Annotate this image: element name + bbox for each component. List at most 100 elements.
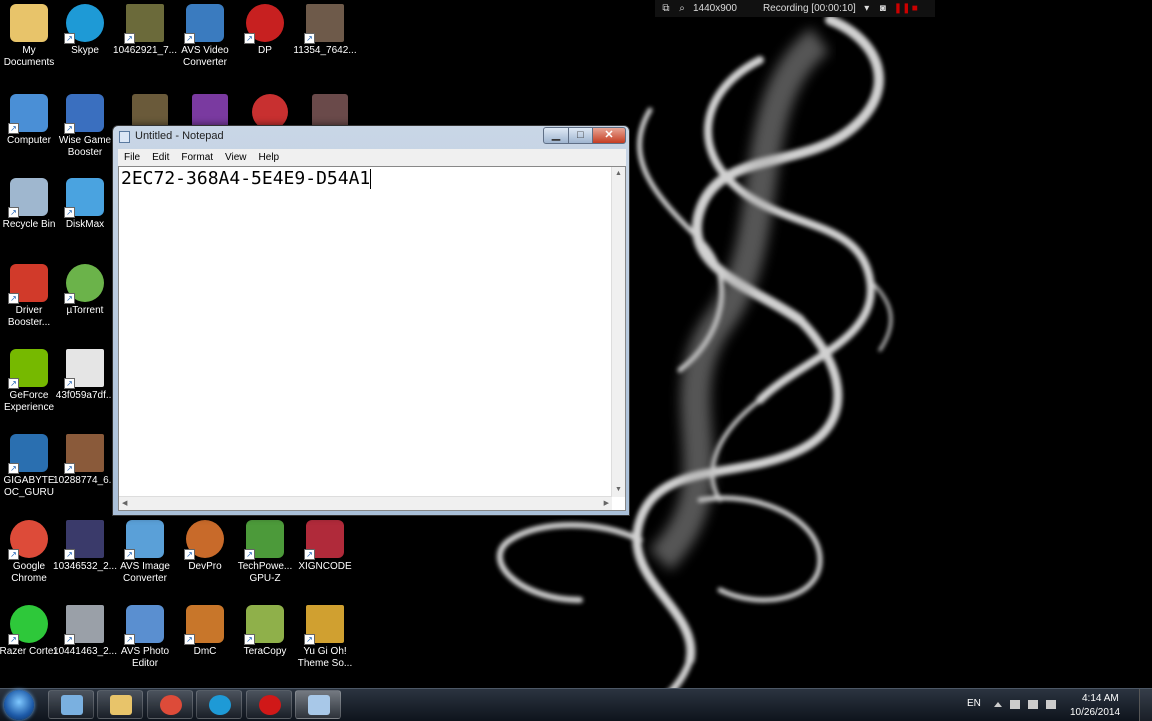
desktop-icon[interactable]: ↗ Yu Gi Oh! Theme So... [292,605,358,670]
clock-date[interactable]: 10/26/2014 [1070,707,1120,718]
desktop-icon-label: AVS Video Converter [181,45,229,68]
shortcut-arrow-icon: ↗ [244,549,255,560]
window-mode-icon[interactable]: ⧉ [661,3,671,14]
shortcut-arrow-icon: ↗ [64,123,75,134]
shortcut-arrow-icon: ↗ [64,33,75,44]
scroll-down-icon[interactable]: ▼ [615,486,622,494]
camera-icon[interactable]: ◙ [878,3,888,14]
desktop-icon[interactable]: ↗ 43f059a7df... [52,349,118,402]
rocket-icon: ↗ [64,94,104,134]
desktop-icon[interactable]: ↗ TeraCopy [232,605,298,658]
desktop-icon[interactable]: ↗ Skype [52,4,118,57]
clock-time[interactable]: 4:14 AM [1082,693,1119,704]
razer-icon: ↗ [8,605,48,645]
menu-file[interactable]: File [118,149,146,166]
shortcut-arrow-icon: ↗ [64,549,75,560]
vertical-scrollbar[interactable]: ▲ ▼ [611,167,625,497]
desktop-icon[interactable]: ↗ XIGNCODE [292,520,358,573]
image-thumbnail-icon: ↗ [64,349,104,389]
menu-help[interactable]: Help [253,149,286,166]
computer-icon: ↗ [8,94,48,134]
show-hidden-icons-icon[interactable] [994,702,1002,707]
diskmax-icon: ↗ [64,178,104,218]
desktop-icon[interactable]: ↗ AVS Image Converter [112,520,178,585]
desktop-icon[interactable]: ↗ 10288774_6... [52,434,118,487]
desktop-icon-label: Wise Game Booster [58,135,112,158]
notepad-titlebar[interactable]: Untitled - Notepad ▁ □ ✕ [113,126,629,148]
xigncode-icon: ↗ [304,520,344,560]
show-desktop-button[interactable] [1139,689,1152,721]
utorrent-icon: ↗ [64,264,104,304]
desktop-icon[interactable]: ↗ DiskMax [52,178,118,231]
text-editor-area[interactable]: 2EC72-368A4-5E4E9-D54A1 ▲ ▼ ◀ ▶ [118,166,626,511]
dropdown-icon[interactable]: ▾ [862,3,872,14]
desktop-icon-label: DevPro [188,561,222,572]
horizontal-scrollbar[interactable]: ◀ ▶ [119,496,612,510]
pause-icon[interactable]: ❚❚ [894,3,911,14]
volume-icon[interactable] [1046,700,1056,709]
taskbar-button[interactable] [48,690,94,719]
image-thumbnail-icon: ↗ [64,434,104,474]
desktop-icon-label: 10288774_6... [53,475,117,486]
desktop-icon[interactable]: ↗ 10441463_2... [52,605,118,658]
shortcut-arrow-icon: ↗ [8,207,19,218]
desktop-icon[interactable]: ↗ DP [232,4,298,57]
close-button[interactable]: ✕ [592,127,626,144]
desktop-icon[interactable]: ↗ 10346532_2... [52,520,118,573]
recorder-status: Recording [00:00:10] [762,3,856,14]
desktop-icon[interactable]: ↗ DmC [172,605,238,658]
recorder-resolution: 1440x900 [693,3,737,14]
editor-text: 2EC72-368A4-5E4E9-D54A1 [121,168,371,189]
desktop-icon-label: TechPowe... GPU-Z [237,561,293,584]
action-center-flag-icon[interactable] [1010,700,1020,709]
shortcut-arrow-icon: ↗ [184,549,195,560]
scroll-right-icon[interactable]: ▶ [604,500,609,508]
desktop-icon[interactable]: ↗ AVS Video Converter [172,4,238,69]
shortcut-arrow-icon: ↗ [8,549,19,560]
menu-format[interactable]: Format [175,149,219,166]
desktop-icon-label: 43f059a7df... [55,390,115,401]
shortcut-arrow-icon: ↗ [64,634,75,645]
desktop-icon[interactable]: ↗ µTorrent [52,264,118,317]
scroll-left-icon[interactable]: ◀ [122,500,127,508]
scroll-up-icon[interactable]: ▲ [615,170,622,178]
taskbar-button[interactable] [246,690,292,719]
shortcut-arrow-icon: ↗ [244,33,255,44]
start-button[interactable] [4,690,34,720]
devpro-icon: ↗ [184,520,224,560]
desktop-icon[interactable]: ↗ AVS Photo Editor [112,605,178,670]
shortcut-arrow-icon: ↗ [64,293,75,304]
desktop-icon[interactable]: ↗ TechPowe... GPU-Z [232,520,298,585]
taskbar-button[interactable] [196,690,242,719]
minimize-button[interactable]: ▁ [543,127,569,144]
menu-edit[interactable]: Edit [146,149,175,166]
language-indicator[interactable]: EN [967,698,981,709]
shortcut-arrow-icon: ↗ [8,123,19,134]
zoom-icon[interactable]: ⌕ [677,3,687,14]
stop-icon[interactable]: ■ [910,3,920,14]
desktop-icon[interactable]: ↗ 10462921_7... [112,4,178,57]
shortcut-arrow-icon: ↗ [8,463,19,474]
notepad-window[interactable]: Untitled - Notepad ▁ □ ✕ File Edit Forma… [112,125,630,516]
desktop-icon[interactable]: ↗ Wise Game Booster [52,94,118,159]
dp-icon: ↗ [244,4,284,44]
image-thumbnail-icon: ↗ [124,4,164,44]
explorer-taskbar-icon [110,695,132,715]
desktop-icon-label: XIGNCODE [298,561,352,572]
shortcut-arrow-icon: ↗ [304,634,315,645]
dmc-icon: ↗ [184,605,224,645]
desktop-icon[interactable]: ↗ DevPro [172,520,238,573]
image-thumbnail-icon: ↗ [304,605,344,645]
maximize-button[interactable]: □ [568,127,593,144]
notepad-icon [119,131,130,143]
folder-icon [10,4,48,42]
desktop-icon-label: AVS Photo Editor [120,646,170,669]
desktop-icon[interactable]: ↗ 11354_7642... [292,4,358,57]
editor-content[interactable]: 2EC72-368A4-5E4E9-D54A1 [121,167,372,191]
taskbar-button[interactable] [295,690,341,719]
menu-view[interactable]: View [219,149,253,166]
chrome-icon: ↗ [8,520,48,560]
network-icon[interactable] [1028,700,1038,709]
taskbar-button[interactable] [147,690,193,719]
taskbar-button[interactable] [97,690,143,719]
